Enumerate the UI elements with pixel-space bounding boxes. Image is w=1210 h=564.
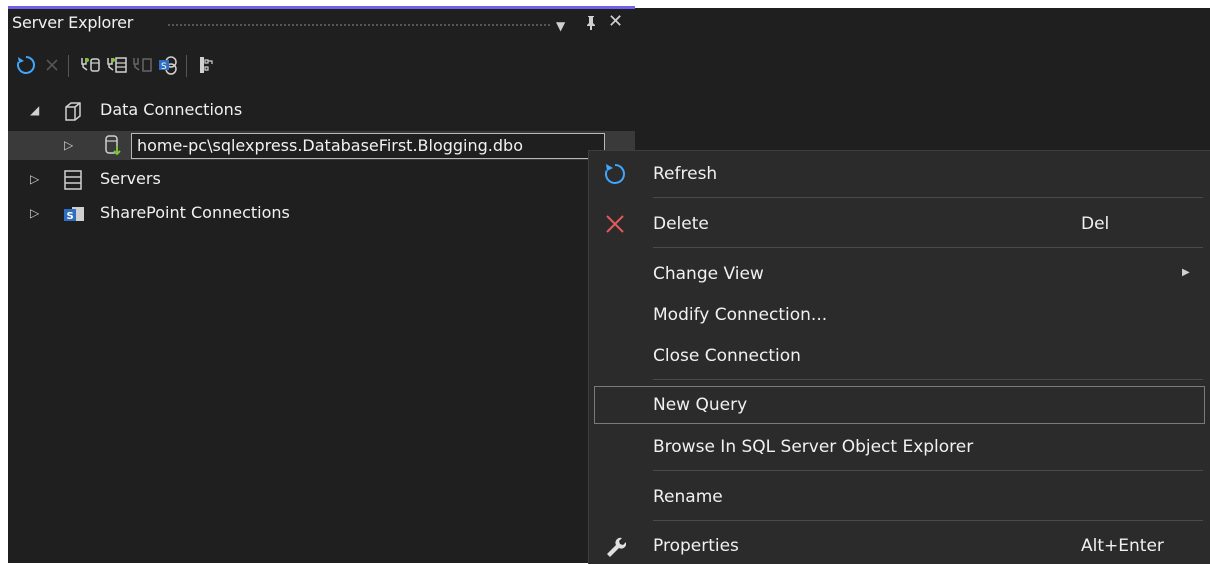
menu-item-properties[interactable]: Properties Alt+Enter [589, 528, 1210, 564]
menu-shortcut: Del [1081, 214, 1110, 234]
collapsed-arrow-icon[interactable]: ▷ [30, 172, 39, 186]
collapsed-arrow-icon[interactable]: ▷ [30, 206, 39, 220]
menu-shortcut: Alt+Enter [1081, 536, 1164, 556]
add-sharepoint-icon[interactable] [130, 52, 154, 78]
context-menu: Refresh Delete Del Change View ▶ Modify … [588, 150, 1210, 564]
tree-item-data-connections[interactable]: ◢ Data Connections [8, 97, 628, 125]
svg-text:S: S [161, 62, 167, 72]
menu-separator [653, 470, 1203, 471]
title-bar: Server Explorer ▼ ✕ [8, 9, 635, 37]
tree-label: SharePoint Connections [100, 203, 290, 222]
submenu-arrow-icon: ▶ [1182, 267, 1190, 278]
database-connection-icon [102, 133, 126, 161]
tree-item-sharepoint[interactable]: ▷ S SharePoint Connections [8, 200, 588, 228]
properties-icon[interactable] [194, 52, 218, 78]
menu-separator [653, 247, 1203, 248]
refresh-icon[interactable] [14, 52, 38, 78]
stop-icon[interactable] [40, 52, 64, 78]
toolbar: S [8, 52, 635, 82]
data-connections-icon [62, 100, 84, 126]
menu-label: Close Connection [653, 346, 801, 366]
drag-grip[interactable] [167, 23, 552, 27]
menu-item-delete[interactable]: Delete Del [589, 206, 1210, 242]
menu-separator [653, 520, 1203, 521]
expanded-arrow-icon[interactable]: ◢ [30, 103, 39, 117]
menu-item-new-query[interactable]: New Query [594, 386, 1205, 424]
connect-to-server-icon[interactable] [104, 52, 128, 78]
menu-label: Rename [653, 487, 723, 507]
rename-input[interactable]: home-pc\sqlexpress.DatabaseFirst.Bloggin… [131, 133, 605, 159]
pin-icon[interactable] [585, 15, 597, 35]
menu-item-refresh[interactable]: Refresh [589, 156, 1210, 192]
menu-item-browse-sql-object-explorer[interactable]: Browse In SQL Server Object Explorer [589, 429, 1210, 465]
collapsed-arrow-icon[interactable]: ▷ [64, 138, 73, 152]
menu-label: Browse In SQL Server Object Explorer [653, 437, 974, 457]
menu-item-rename[interactable]: Rename [589, 479, 1210, 515]
menu-separator [653, 379, 1203, 380]
menu-item-change-view[interactable]: Change View ▶ [589, 256, 1210, 292]
menu-label: Modify Connection... [653, 305, 828, 325]
menu-label: Refresh [653, 164, 718, 184]
servers-icon [63, 169, 83, 195]
connect-to-database-icon[interactable] [78, 52, 102, 78]
menu-label: Change View [653, 264, 764, 284]
svg-text:S: S [67, 211, 74, 222]
menu-label: Properties [653, 536, 739, 556]
tree-label: Servers [100, 169, 161, 188]
menu-item-modify-connection[interactable]: Modify Connection... [589, 297, 1210, 333]
refresh-icon [601, 160, 629, 188]
toolbar-separator [68, 55, 69, 77]
wrench-icon [601, 532, 629, 560]
sharepoint-icon: S [62, 204, 88, 230]
menu-item-close-connection[interactable]: Close Connection [589, 338, 1210, 374]
menu-label: Delete [653, 214, 709, 234]
toolbar-separator [186, 55, 187, 77]
tree-item-servers[interactable]: ▷ Servers [8, 166, 588, 194]
delete-icon [601, 210, 629, 238]
azure-icon[interactable]: S [156, 52, 180, 78]
dropdown-arrow-icon[interactable]: ▼ [556, 17, 565, 35]
menu-separator [653, 197, 1203, 198]
menu-label: New Query [653, 395, 748, 415]
panel-title: Server Explorer [12, 13, 134, 32]
tree-label: Data Connections [100, 100, 243, 119]
close-icon[interactable]: ✕ [608, 13, 623, 31]
